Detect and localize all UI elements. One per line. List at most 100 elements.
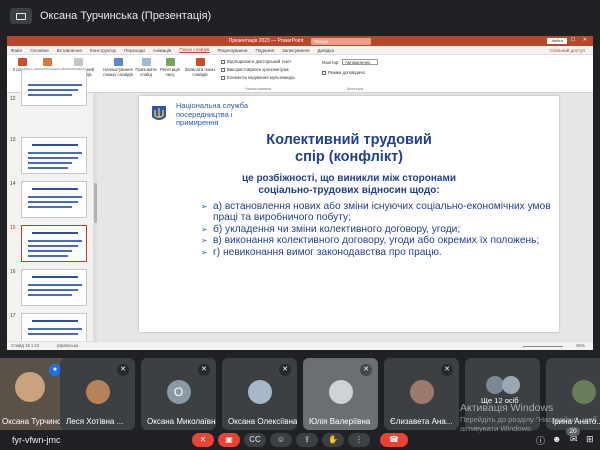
mic-off-icon: ✕ [441,364,453,376]
mic-off-icon: ✕ [360,364,372,376]
meet-controls-bar: fyr-vfwn-jmc ✕ ▣ CC ☺ ⇪ ✋ ⋮ ☎ [0,430,600,450]
camera-toggle-button[interactable]: ▣ [218,433,240,447]
tab-record[interactable]: Записування [282,48,309,53]
participant-tile[interactable]: ● Оксана Турчинська [0,358,67,430]
info-icon[interactable]: ⓘ [536,434,545,447]
tab-home[interactable]: Основне [30,48,49,53]
hide-slide-icon [141,58,151,66]
slide-thumbnail[interactable] [21,181,87,218]
mic-off-icon: ✕ [117,364,129,376]
more-vert-icon: ⋮ [355,435,363,444]
shared-powerpoint-window: Презентація 2023 — PowerPoint Пошук Увій… [7,36,593,350]
slide-thumbnail[interactable] [21,269,87,306]
mic-toggle-button[interactable]: ✕ [192,433,214,447]
present-button[interactable]: ⇪ [296,433,318,447]
thumbnails-scrollbar[interactable] [93,93,97,341]
zoom-level[interactable]: 81% [576,343,585,348]
meet-top-bar: Оксана Турчинська (Презентація) [0,0,600,32]
activities-icon[interactable]: ⊞ [586,434,594,445]
current-slide[interactable]: Національна служба посередництва і прими… [139,96,559,332]
tab-insert[interactable]: Вставлення [57,48,82,53]
captions-icon: CC [249,435,261,444]
list-item: а) встановлення нових або зміни існуючих… [201,201,551,224]
captions-button[interactable]: CC [244,433,266,447]
avatar [247,380,272,404]
participant-tile[interactable]: ✕ Оксана Олексіївна [222,358,297,430]
checkbox-icon [221,67,225,72]
slideshow-current-icon [42,58,52,66]
avatar [571,380,596,404]
tab-file[interactable]: Файл [11,48,22,53]
language-indicator: українська [57,343,79,348]
record-button[interactable]: Записати показ слайдів [183,58,217,77]
participant-name: Юлія Валеріївна [309,417,371,426]
hide-slide-button[interactable]: Приховати слайд [135,58,157,77]
more-options-button[interactable]: ⋮ [348,433,370,447]
slide-thumbnail[interactable] [21,69,87,106]
ppt-title-bar: Презентація 2023 — PowerPoint Пошук Увій… [7,36,593,46]
zoom-slider[interactable] [523,346,563,347]
avatar [85,380,110,404]
tab-view[interactable]: Подання [255,48,274,53]
tab-animations[interactable]: Анімація [153,48,171,53]
tab-help[interactable]: Довідка [318,48,335,53]
participant-tile[interactable]: О ✕ Оксана Миколаївна [141,358,216,430]
presenter-view-checkbox[interactable]: Режим доповідача [322,70,365,75]
emoji-icon: ☺ [276,435,286,444]
mic-off-icon: ✕ [198,364,210,376]
tab-review[interactable]: Рецензування [218,48,248,53]
reactions-button[interactable]: ☺ [270,433,292,447]
share-button[interactable]: Спільний доступ [550,48,585,53]
setup-show-button[interactable]: Налаштування показу слайдів [103,58,133,77]
participant-tile[interactable]: ✕ Юлія Валеріївна [303,358,378,430]
checkbox-icon [221,59,225,64]
chat-icon[interactable]: ✉ [570,434,578,445]
tab-slide-show[interactable]: Показ слайдів [179,47,210,53]
rehearse-icon [165,58,175,66]
participant-tile[interactable]: ✕ Єлизавета Ана... [384,358,459,430]
list-item: б) укладення чи зміни колективного догов… [201,224,551,236]
list-item: г) невиконання вимог законодавства про п… [201,247,551,259]
ppt-search-box[interactable]: Пошук [311,37,372,45]
checkbox-icon [221,75,225,80]
mic-off-icon: ✕ [199,435,207,444]
monitor-label: Монітор: [322,60,340,65]
monitor-select[interactable]: Автоматично [342,59,378,65]
ppt-workspace: 12 13 14 15 16 17 Національна служба пос… [7,69,593,350]
group-setup-label: Налаштування [245,87,272,91]
slide-thumbnails-pane: 12 13 14 15 16 17 [7,69,97,350]
use-timings-checkbox[interactable]: Використовувати хронометраж [221,67,289,72]
raise-hand-button[interactable]: ✋ [322,433,344,447]
thumb-number: 17 [10,313,16,319]
rehearse-button[interactable]: Репетиція часу [159,58,181,77]
participant-tile[interactable]: ✕ Леся Хотівна ... [60,358,135,430]
slide-thumbnail-selected[interactable] [21,225,87,262]
mic-off-icon: ✕ [279,364,291,376]
tab-transitions[interactable]: Переходи [124,48,145,53]
camera-off-icon: ▣ [225,435,233,444]
participant-name: Леся Хотівна ... [66,417,124,426]
thumb-number: 14 [10,181,16,187]
list-item: в) виконання колективного договору, угод… [201,235,551,247]
slideshow-start-icon [17,58,27,66]
avatar [409,380,434,404]
meet-window: Оксана Турчинська (Презентація) Презента… [0,0,600,450]
ppt-window-controls[interactable]: ─ ☐ ✕ [560,37,590,43]
people-icon[interactable]: ☻ [552,434,561,444]
play-narrations-checkbox[interactable]: Відтворювати дикторський текст [221,59,292,64]
ppt-status-bar: Слайд 15 з 24 українська 81% [7,341,593,350]
slide-thumbnail[interactable] [21,137,87,174]
ppt-file-title: Презентація 2023 — PowerPoint [228,38,304,44]
hang-up-icon: ☎ [389,435,399,444]
participant-name: Єлизавета Ана... [390,417,453,426]
thumb-number: 13 [10,137,16,143]
presentation-icon [10,8,32,24]
custom-show-icon [73,58,83,66]
group-monitors-label: Монітори [347,87,364,91]
organization-name: Національна служба посередництва і прими… [176,101,249,127]
leave-call-button[interactable]: ☎ [380,433,408,447]
checkbox-icon [322,70,326,75]
thumb-number: 15 [10,225,16,231]
tab-design[interactable]: Конструктор [90,48,116,53]
show-media-checkbox[interactable]: Елементи керування мультимедіа [221,75,295,80]
